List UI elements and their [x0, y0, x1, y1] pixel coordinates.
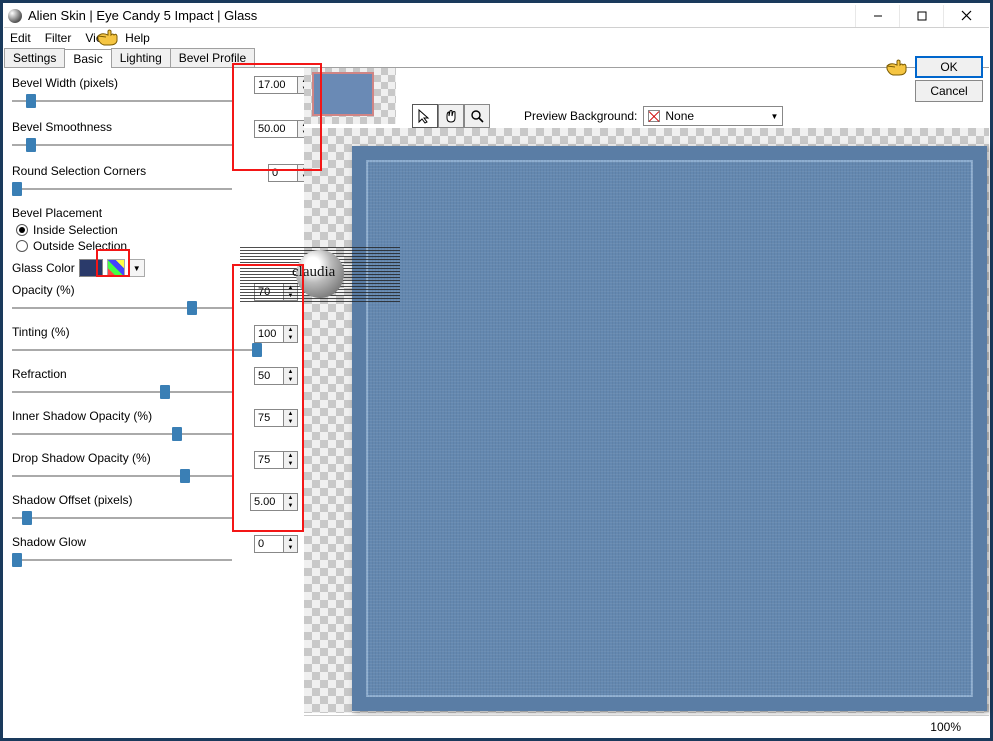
thumbnail-strip	[304, 68, 396, 124]
preview-bg-select[interactable]: None ▼	[643, 106, 783, 126]
bevel-placement-label: Bevel Placement	[12, 206, 298, 220]
preview-bg-value: None	[665, 109, 694, 123]
radio-inside-selection[interactable]: Inside Selection	[16, 223, 298, 237]
tinting-input[interactable]	[254, 325, 284, 343]
bevel-smoothness-slider[interactable]	[12, 138, 232, 152]
tab-lighting[interactable]: Lighting	[111, 48, 171, 67]
preview-bg-label: Preview Background:	[524, 109, 637, 123]
shadow-offset-stepper[interactable]: ▲▼	[284, 493, 298, 511]
round-corners-label: Round Selection Corners	[12, 164, 298, 178]
shadow-glow-input[interactable]	[254, 535, 284, 553]
preview-object	[352, 146, 987, 711]
shadow-glow-slider[interactable]	[12, 553, 232, 567]
app-icon	[8, 9, 22, 23]
shadow-glow-stepper[interactable]: ▲▼	[284, 535, 298, 553]
tabbar: Settings Basic Lighting Bevel Profile	[4, 48, 989, 68]
radio-inside-label: Inside Selection	[33, 223, 118, 237]
menu-help[interactable]: Help	[125, 31, 150, 45]
color-picker-icon[interactable]	[107, 259, 125, 277]
drop-shadow-slider[interactable]	[12, 469, 232, 483]
window-title: Alien Skin | Eye Candy 5 Impact | Glass	[28, 8, 855, 23]
radio-icon	[16, 224, 28, 236]
refraction-input[interactable]	[254, 367, 284, 385]
minimize-button[interactable]	[855, 5, 899, 27]
inner-shadow-input[interactable]	[254, 409, 284, 427]
bevel-width-input[interactable]	[254, 76, 298, 94]
preview-area: Preview Background: None ▼ claudia 100%	[304, 68, 989, 737]
menu-filter[interactable]: Filter	[45, 31, 72, 45]
refraction-stepper[interactable]: ▲▼	[284, 367, 298, 385]
titlebar: Alien Skin | Eye Candy 5 Impact | Glass	[4, 4, 989, 28]
tinting-slider[interactable]	[12, 343, 262, 357]
hand-pointer-icon	[96, 28, 124, 49]
maximize-button[interactable]	[899, 5, 943, 27]
radio-outside-label: Outside Selection	[33, 239, 127, 253]
round-corners-input[interactable]	[268, 164, 298, 182]
chevron-down-icon: ▼	[770, 112, 778, 121]
tab-basic[interactable]: Basic	[64, 49, 111, 68]
shadow-offset-slider[interactable]	[12, 511, 232, 525]
inner-shadow-stepper[interactable]: ▲▼	[284, 409, 298, 427]
inner-shadow-slider[interactable]	[12, 427, 232, 441]
statusbar: 100%	[304, 715, 989, 737]
refraction-slider[interactable]	[12, 385, 232, 399]
menu-edit[interactable]: Edit	[10, 31, 31, 45]
bevel-width-slider[interactable]	[12, 94, 232, 108]
round-corners-slider[interactable]	[12, 182, 232, 196]
watermark: claudia	[240, 246, 400, 302]
tab-bevel-profile[interactable]: Bevel Profile	[170, 48, 255, 67]
hand-tool-icon[interactable]	[438, 104, 464, 128]
move-tool-icon[interactable]	[412, 104, 438, 128]
radio-icon	[16, 240, 28, 252]
preview-canvas[interactable]: claudia	[304, 128, 989, 713]
settings-panel: Bevel Width (pixels) ▲▼ Bevel Smoothness…	[4, 68, 304, 737]
none-icon	[648, 110, 660, 122]
menubar: Edit Filter View Help	[4, 28, 989, 48]
close-button[interactable]	[943, 5, 989, 27]
drop-shadow-stepper[interactable]: ▲▼	[284, 451, 298, 469]
glass-color-swatch[interactable]	[79, 259, 103, 277]
zoom-level: 100%	[930, 720, 961, 734]
tinting-stepper[interactable]: ▲▼	[284, 325, 298, 343]
hand-pointer-icon	[885, 58, 983, 79]
drop-shadow-input[interactable]	[254, 451, 284, 469]
bevel-smoothness-input[interactable]	[254, 120, 298, 138]
cancel-button[interactable]: Cancel	[915, 80, 983, 102]
thumbnail-selected[interactable]	[312, 72, 374, 116]
opacity-slider[interactable]	[12, 301, 232, 315]
zoom-tool-icon[interactable]	[464, 104, 490, 128]
shadow-offset-input[interactable]	[250, 493, 284, 511]
color-dropdown[interactable]: ▼	[129, 259, 145, 277]
tab-settings[interactable]: Settings	[4, 48, 65, 67]
glass-color-label: Glass Color	[12, 261, 75, 275]
